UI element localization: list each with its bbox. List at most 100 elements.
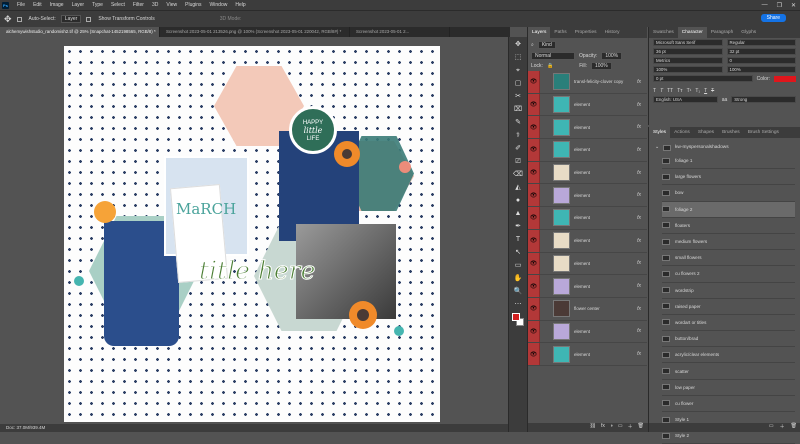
fx-icon[interactable]: fx xyxy=(637,192,641,198)
fx-icon[interactable]: fx xyxy=(637,260,641,266)
menu-filter[interactable]: Filter xyxy=(133,2,144,8)
move-tool-icon[interactable]: ✥ xyxy=(513,40,523,50)
style-item[interactable]: cu flower xyxy=(662,396,795,412)
font-size-field[interactable]: 36 pt xyxy=(653,48,723,55)
menu-3d[interactable]: 3D xyxy=(152,2,158,8)
text-color-swatch[interactable] xyxy=(774,75,796,82)
layer-row[interactable]: 👁 element fx xyxy=(528,93,647,117)
layer-row[interactable]: 👁 transl-felicity-clover copy fx xyxy=(528,71,647,94)
tab-document-1[interactable]: alchemywishstudio_randomish2.tif @ 25% (… xyxy=(0,27,160,37)
layer-row[interactable]: 👁 element fx xyxy=(528,229,647,253)
menu-help[interactable]: Help xyxy=(235,2,245,8)
horizontal-scale-field[interactable]: 100% xyxy=(726,66,796,73)
auto-select-dropdown[interactable]: Layer xyxy=(60,15,82,23)
style-item[interactable]: large flowers xyxy=(662,169,795,186)
lock-icon[interactable]: 🔒 xyxy=(547,63,553,69)
eyedropper-tool-icon[interactable]: ✎ xyxy=(513,118,523,128)
fill-field[interactable]: 100% xyxy=(590,62,612,70)
restore-icon[interactable]: ❐ xyxy=(777,2,782,9)
fx-icon[interactable]: fx xyxy=(637,147,641,153)
fx-icon[interactable]: fx xyxy=(637,215,641,221)
layer-row[interactable]: 👁 flower center fx xyxy=(528,297,647,321)
hand-tool-icon[interactable]: ✋ xyxy=(513,274,523,284)
eraser-tool-icon[interactable]: ⌫ xyxy=(513,170,523,180)
tab-layers[interactable]: Layers xyxy=(528,27,551,38)
eye-icon[interactable]: 👁 xyxy=(528,71,540,93)
object-select-tool-icon[interactable]: ▢ xyxy=(513,79,523,89)
menu-file[interactable]: File xyxy=(17,2,25,8)
foreground-color-swatch[interactable] xyxy=(512,313,520,321)
style-item[interactable]: small flowers xyxy=(662,250,795,267)
all-caps-icon[interactable]: TT xyxy=(667,88,673,94)
eye-icon[interactable]: 👁 xyxy=(528,229,540,252)
tab-character[interactable]: Character xyxy=(677,27,707,38)
zoom-tool-icon[interactable]: 🔍 xyxy=(513,287,523,297)
vertical-scale-field[interactable]: 100% xyxy=(653,66,723,73)
fx-icon[interactable]: fx xyxy=(637,328,641,334)
fx-icon[interactable]: fx xyxy=(637,124,641,130)
marquee-tool-icon[interactable]: ⬚ xyxy=(513,53,523,63)
eye-icon[interactable]: 👁 xyxy=(528,207,540,229)
language-dropdown[interactable]: English: USA xyxy=(653,96,718,103)
layer-row[interactable]: 👁 element fx xyxy=(528,252,647,276)
eye-icon[interactable]: 👁 xyxy=(528,275,540,297)
tab-glyphs[interactable]: Glyphs xyxy=(737,27,760,38)
style-item[interactable]: wordstrip xyxy=(662,283,795,299)
path-select-tool-icon[interactable]: ↖ xyxy=(513,248,523,258)
layer-row[interactable]: 👁 element fx xyxy=(528,320,647,344)
transform-checkbox[interactable] xyxy=(86,16,92,22)
eye-icon[interactable]: 👁 xyxy=(528,252,540,275)
eye-icon[interactable]: 👁 xyxy=(528,184,540,207)
eye-icon[interactable]: 👁 xyxy=(528,139,540,161)
shape-tool-icon[interactable]: ▭ xyxy=(513,261,523,271)
style-item[interactable]: scatter xyxy=(662,363,795,380)
trash-icon[interactable]: 🗑 xyxy=(791,423,797,432)
gradient-tool-icon[interactable]: ◭ xyxy=(513,183,523,193)
frame-tool-icon[interactable]: ⌧ xyxy=(513,105,523,115)
tab-paths[interactable]: Paths xyxy=(550,27,570,38)
layer-row[interactable]: 👁 element fx xyxy=(528,343,647,366)
underline-icon[interactable]: T xyxy=(704,88,707,94)
eye-icon[interactable]: 👁 xyxy=(528,93,540,116)
tab-shapes[interactable]: Shapes xyxy=(694,127,718,138)
style-item[interactable]: foliage 2 xyxy=(662,201,795,218)
faux-italic-icon[interactable]: T xyxy=(660,88,663,94)
faux-bold-icon[interactable]: T xyxy=(653,88,656,94)
more-tools-icon[interactable]: ⋯ xyxy=(513,300,523,310)
layer-row[interactable]: 👁 element fx xyxy=(528,275,647,298)
fx-icon[interactable]: fx xyxy=(601,423,605,432)
tab-actions[interactable]: Actions xyxy=(670,127,694,138)
tab-brushes[interactable]: Brushes xyxy=(718,127,744,138)
tab-history[interactable]: History xyxy=(601,27,624,38)
stamp-tool-icon[interactable]: ⎚ xyxy=(513,157,523,167)
style-group[interactable]: ⌄ kw-myspersonalshadows xyxy=(649,142,800,153)
layer-row[interactable]: 👁 element fx xyxy=(528,139,647,162)
style-item[interactable]: button/brad xyxy=(662,331,795,348)
tab-document-3[interactable]: Screenshot 2023-05-01 2... xyxy=(350,27,450,37)
menu-image[interactable]: Image xyxy=(50,2,64,8)
antialias-dropdown[interactable]: Strong xyxy=(731,96,796,103)
pen-tool-icon[interactable]: ✒ xyxy=(513,222,523,232)
menu-edit[interactable]: Edit xyxy=(33,2,42,8)
type-tool-icon[interactable]: T xyxy=(513,235,523,245)
auto-select-checkbox[interactable] xyxy=(16,16,22,22)
move-tool-icon[interactable]: ✥ xyxy=(4,14,12,25)
blend-mode-dropdown[interactable]: Normal xyxy=(531,51,575,60)
tab-document-2[interactable]: Screenshot 2023-05-01 213526.png @ 100% … xyxy=(160,27,350,37)
baseline-field[interactable]: 0 pt xyxy=(653,75,753,82)
lasso-tool-icon[interactable]: ⌖ xyxy=(513,66,523,76)
opacity-field[interactable]: 100% xyxy=(601,51,623,60)
minimize-icon[interactable]: — xyxy=(762,2,768,8)
menu-type[interactable]: Type xyxy=(92,2,103,8)
link-icon[interactable]: ⛓ xyxy=(590,423,596,432)
dodge-tool-icon[interactable]: ▲ xyxy=(513,209,523,219)
tracking-field[interactable]: 0 xyxy=(726,57,796,64)
font-family-dropdown[interactable]: Microsoft Sans Serif xyxy=(653,39,723,46)
fx-icon[interactable]: fx xyxy=(637,351,641,357)
font-style-dropdown[interactable]: Regular xyxy=(726,39,796,46)
fx-icon[interactable]: fx xyxy=(637,283,641,289)
trash-icon[interactable]: 🗑 xyxy=(638,423,644,432)
new-style-icon[interactable]: ＋ xyxy=(780,423,785,432)
tab-brush-settings[interactable]: Brush Settings xyxy=(744,127,783,138)
kerning-field[interactable]: Metrics xyxy=(653,57,723,64)
